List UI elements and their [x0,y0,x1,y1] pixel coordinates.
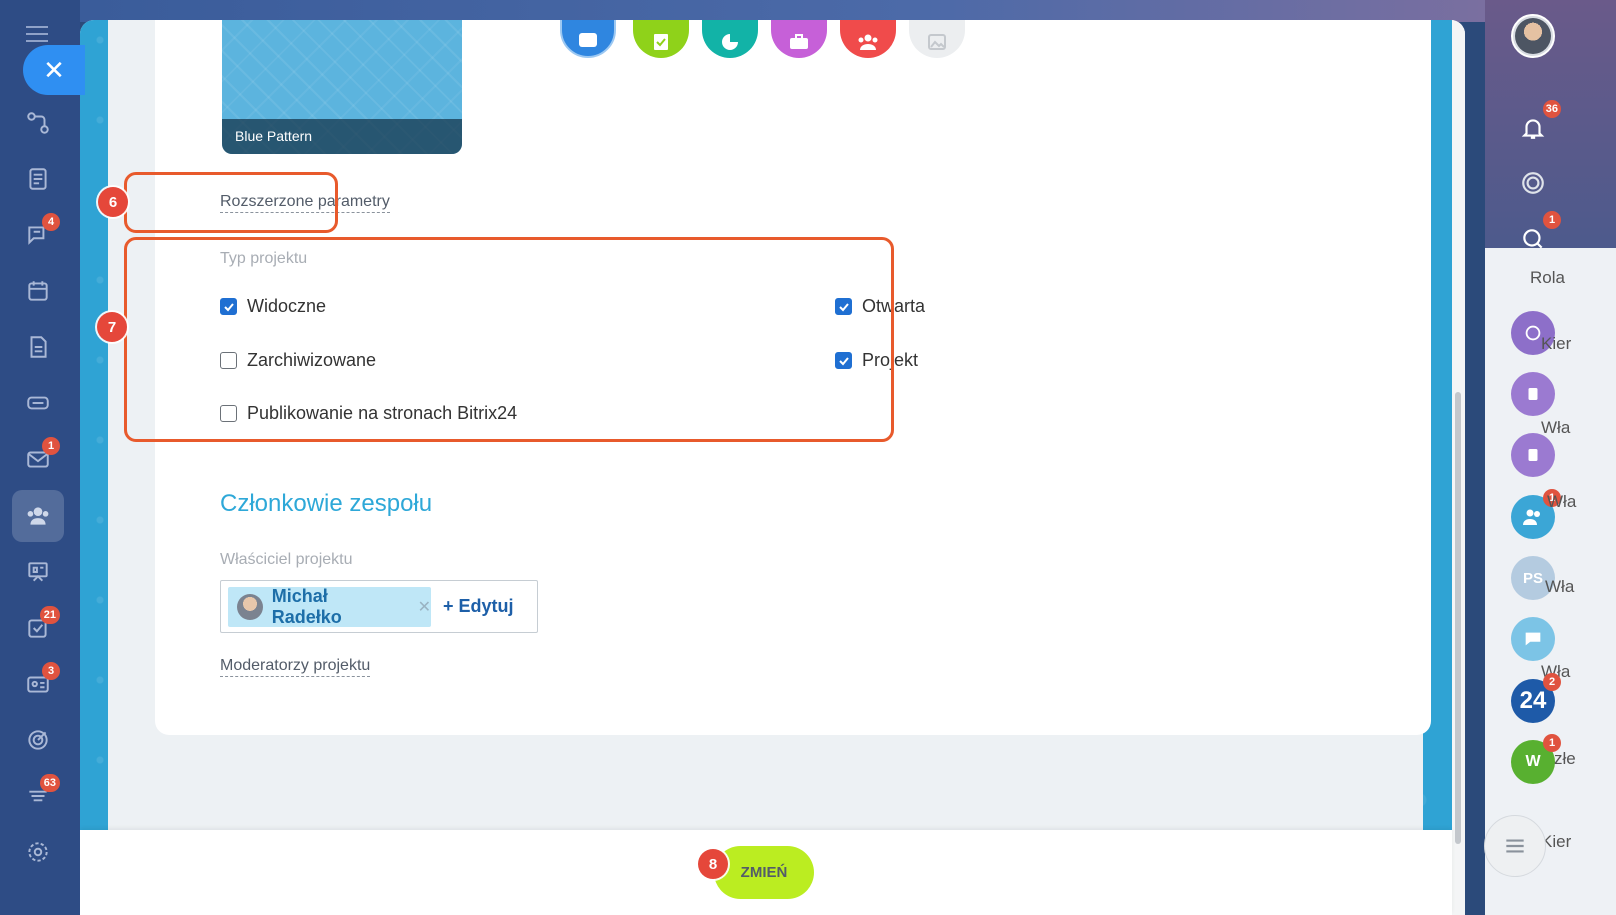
search-activity-icon[interactable]: 1 [1511,211,1561,261]
nav-groups-icon[interactable] [12,490,64,542]
nav-target-icon[interactable] [12,714,64,766]
recent-chat-bubble-icon[interactable] [1511,617,1555,661]
notifications-badge: 36 [1542,100,1561,118]
nav-drive-icon[interactable] [12,377,64,429]
project-icon-blue[interactable] [560,20,616,58]
project-icon-teal[interactable] [702,20,758,58]
owner-chip: Michał Radełko ✕ [228,586,431,627]
b24-badge: 2 [1543,673,1561,691]
project-icon-red[interactable] [840,20,896,58]
user-avatar-image [1515,18,1551,54]
owner-label: Właściciel projektu [220,551,353,568]
nav-crm-icon[interactable]: 3 [12,658,64,710]
annotation-box-6 [124,172,338,233]
scrollbar-thumb[interactable] [1455,392,1461,844]
nav-flow-icon[interactable] [12,97,64,149]
annotation-box-7 [124,237,894,442]
mail-badge: 1 [42,437,60,455]
annotation-number-8: 8 [698,849,728,879]
remove-owner-icon[interactable]: ✕ [418,597,431,617]
user-avatar[interactable] [1511,14,1555,58]
w-label: W [1525,753,1541,770]
activity-badge: 1 [1543,211,1561,229]
bitrix24-label: 24 [1519,687,1547,714]
recent-chat-3-icon[interactable] [1511,433,1555,477]
project-icon-purple[interactable] [771,20,827,58]
theme-name: Blue Pattern [222,119,462,154]
bg-text-kier1: Kier [1541,334,1572,353]
edit-project-slider: Blue Pattern Rozszerzone parametry Typ p… [80,20,1465,915]
close-slider-icon[interactable]: ✕ [23,45,85,95]
bitrix24-icon[interactable]: 24 2 [1511,673,1561,723]
chat-badge: 4 [42,213,60,231]
bg-text-wla2: Wła [1547,492,1577,511]
nav-tasks-icon[interactable]: 21 [12,602,64,654]
project-icon-custom[interactable] [909,20,965,58]
bg-text-rola: Rola [1530,268,1565,287]
owner-selector[interactable]: Michał Radełko ✕ + Edytuj [220,580,538,633]
feed-badge: 63 [39,774,60,792]
annotation-number-6: 6 [98,187,128,217]
slider-scrollbar[interactable] [1452,20,1465,915]
nav-docs-icon[interactable] [12,321,64,373]
theme-tile[interactable]: Blue Pattern [222,20,462,154]
recent-chat-2-icon[interactable] [1511,372,1555,416]
w-avatar[interactable]: W 1 [1511,734,1561,784]
notifications-icon[interactable]: 36 [1511,100,1561,150]
left-sidebar: 4 1 21 3 63 [0,0,80,915]
tasks-badge: 21 [39,606,60,624]
annotation-number-7: 7 [97,312,127,342]
bg-text-wla3: Wła [1545,577,1575,596]
sonar-icon[interactable] [1511,161,1555,205]
messenger-fab-icon[interactable] [1484,815,1546,877]
portal-top-strip [80,0,1485,22]
nav-mail-icon[interactable]: 1 [12,433,64,485]
bg-text-wla1: Wła [1541,418,1571,437]
edit-owner-link[interactable]: + Edytuj [443,596,514,617]
nav-chat-icon[interactable]: 4 [12,209,64,261]
owner-name: Michał Radełko [271,586,342,627]
owner-avatar [237,594,263,620]
team-section-title: Członkowie zespołu [220,490,433,517]
nav-settings-icon[interactable] [12,826,64,878]
nav-feed-icon[interactable] [12,153,64,205]
change-button[interactable]: ZMIEŃ [714,846,814,899]
slider-footer: ZMIEŃ [80,830,1452,915]
project-icon-green[interactable] [633,20,689,58]
menu-icon[interactable] [26,26,48,42]
moderators-link[interactable]: Moderatorzy projektu [220,656,371,677]
nav-calendar-icon[interactable] [12,265,64,317]
crm-badge: 3 [42,662,60,680]
bg-text-zlo: złe [1554,749,1576,768]
nav-stream-icon[interactable]: 63 [12,770,64,822]
nav-board-icon[interactable] [12,546,64,598]
